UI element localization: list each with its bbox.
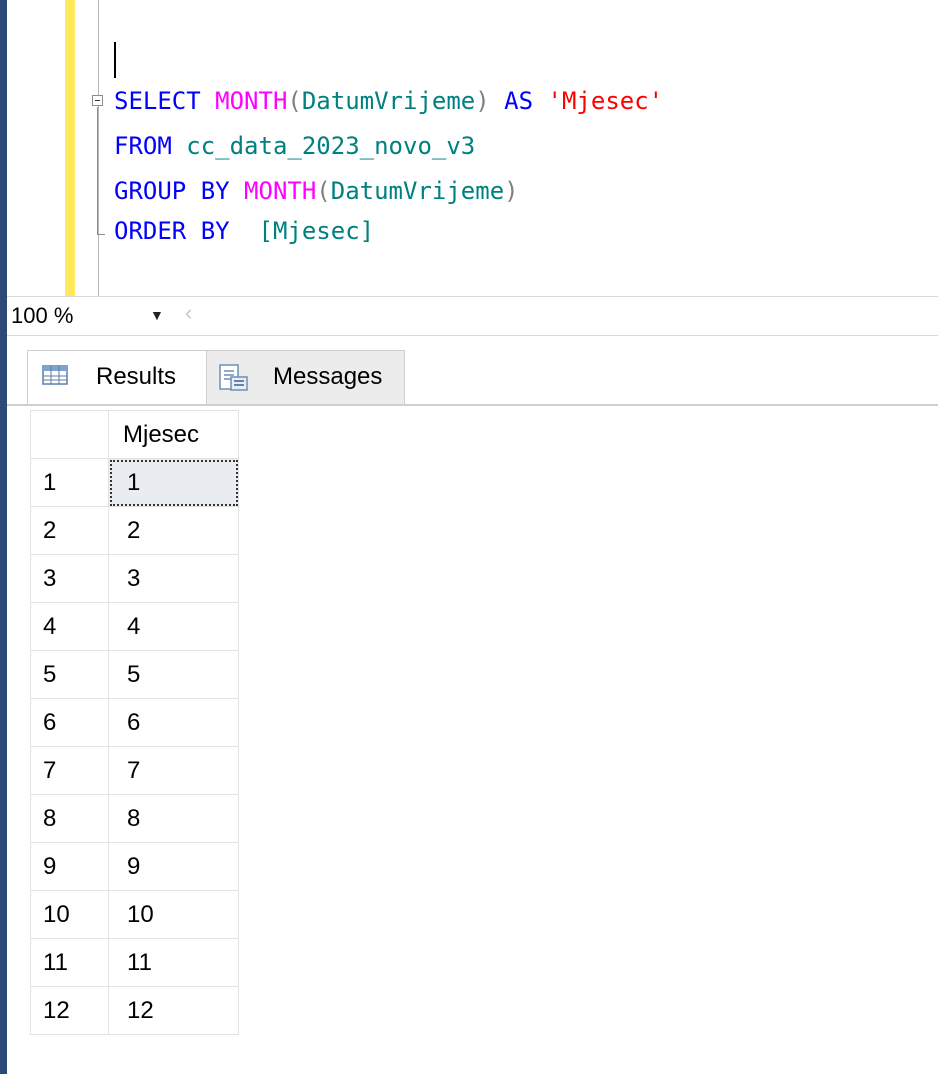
row-number-cell[interactable]: 5 [30,650,109,699]
mjesec-cell[interactable]: 12 [108,986,239,1035]
zoom-value: 100 % [11,303,74,328]
row-number-header[interactable] [30,410,109,459]
mjesec-cell[interactable]: 2 [108,506,239,555]
row-number-cell[interactable]: 8 [30,794,109,843]
code-token: 'Mjesec' [547,87,664,115]
results-pane: Mjesec 1 1 2 2 3 3 4 4 5 5 6 6 7 7 8 8 9 9 10 10 11 11 12 12 [7,406,938,1074]
code-token: SELECT [114,87,216,115]
code-token: DatumVrijeme [330,177,505,205]
text-caret [114,42,116,78]
mjesec-cell[interactable]: 7 [108,746,239,795]
code-token: AS [504,87,548,115]
table-row[interactable]: 99 [30,842,239,891]
row-number-cell[interactable]: 6 [30,698,109,747]
row-number-cell[interactable]: 7 [30,746,109,795]
row-number-cell[interactable]: 10 [30,890,109,939]
table-row[interactable]: 22 [30,506,239,555]
mjesec-cell[interactable]: 1 [108,458,239,507]
fold-guide [97,107,98,235]
window-left-border [0,0,7,1074]
mjesec-cell[interactable]: 10 [108,890,239,939]
mjesec-cell[interactable]: 3 [108,554,239,603]
table-row[interactable]: 12 12 [30,986,239,1035]
code-token: FROM [114,132,187,160]
code-line-2[interactable]: FROM cc_data_2023_novo_v3 [114,131,475,161]
tab-results[interactable]: Results [27,350,207,404]
table-row[interactable]: 55 [30,650,239,699]
mjesec-cell[interactable]: 4 [108,602,239,651]
code-token: ) [504,177,519,205]
table-row[interactable]: 11 [30,458,239,507]
tab-results-label: Results [96,363,177,390]
mjesec-cell[interactable]: 8 [108,794,239,843]
code-line-4[interactable]: ORDER BY [Mjesec] [114,216,374,246]
table-row[interactable]: 33 [30,554,239,603]
code-token: cc_data_2023_novo_v3 [186,132,476,160]
code-token: [Mjesec] [258,217,375,245]
zoom-dropdown[interactable]: 100 % ▼ [11,303,166,331]
grid-icon [42,363,78,396]
fold-guide-end [97,234,105,235]
tab-messages-label: Messages [273,363,383,390]
dropdown-arrow-icon[interactable]: ▼ [150,307,164,323]
table-row[interactable]: 88 [30,794,239,843]
row-number-cell[interactable]: 11 [30,938,109,987]
code-token: MONTH [244,177,317,205]
results-tabstrip: Results Messages [7,336,938,406]
code-token: ORDER BY [114,217,259,245]
gutter-divider [98,0,99,296]
tab-messages[interactable]: Messages [207,350,405,404]
row-number-cell[interactable]: 12 [30,986,109,1035]
mjesec-cell[interactable]: 9 [108,842,239,891]
table-row[interactable]: 10 10 [30,890,239,939]
row-number-cell[interactable]: 4 [30,602,109,651]
messages-icon [217,363,257,400]
scroll-left-icon[interactable]: ‹ [185,300,192,326]
table-row[interactable]: 11 11 [30,938,239,987]
change-marker-bar [65,0,75,296]
zoom-bar: 100 % ▼ ‹ [7,296,938,336]
code-token: ( [316,177,331,205]
code-token: ) [475,87,505,115]
mjesec-cell[interactable]: 11 [108,938,239,987]
code-token: DatumVrijeme [301,87,476,115]
row-number-cell[interactable]: 3 [30,554,109,603]
mjesec-cell[interactable]: 6 [108,698,239,747]
mjesec-cell[interactable]: 5 [108,650,239,699]
column-header-mjesec[interactable]: Mjesec [108,410,239,459]
table-row[interactable]: 44 [30,602,239,651]
code-line-1[interactable]: SELECT MONTH(DatumVrijeme) AS 'Mjesec' [114,86,663,116]
code-token: GROUP BY [114,177,245,205]
table-row[interactable]: 66 [30,698,239,747]
collapse-icon[interactable] [92,95,103,106]
row-number-cell[interactable]: 9 [30,842,109,891]
row-number-cell[interactable]: 1 [30,458,109,507]
code-token: ( [287,87,302,115]
code-token: MONTH [215,87,288,115]
results-grid[interactable]: Mjesec 1 1 2 2 3 3 4 4 5 5 6 6 7 7 8 8 9 9 10 10 11 11 12 12 [30,410,239,1035]
row-number-cell[interactable]: 2 [30,506,109,555]
grid-header-row: Mjesec [30,410,239,459]
query-editor[interactable]: SELECT MONTH(DatumVrijeme) AS 'Mjesec' F… [7,0,938,296]
table-row[interactable]: 77 [30,746,239,795]
code-line-3[interactable]: GROUP BY MONTH(DatumVrijeme) [114,176,519,206]
